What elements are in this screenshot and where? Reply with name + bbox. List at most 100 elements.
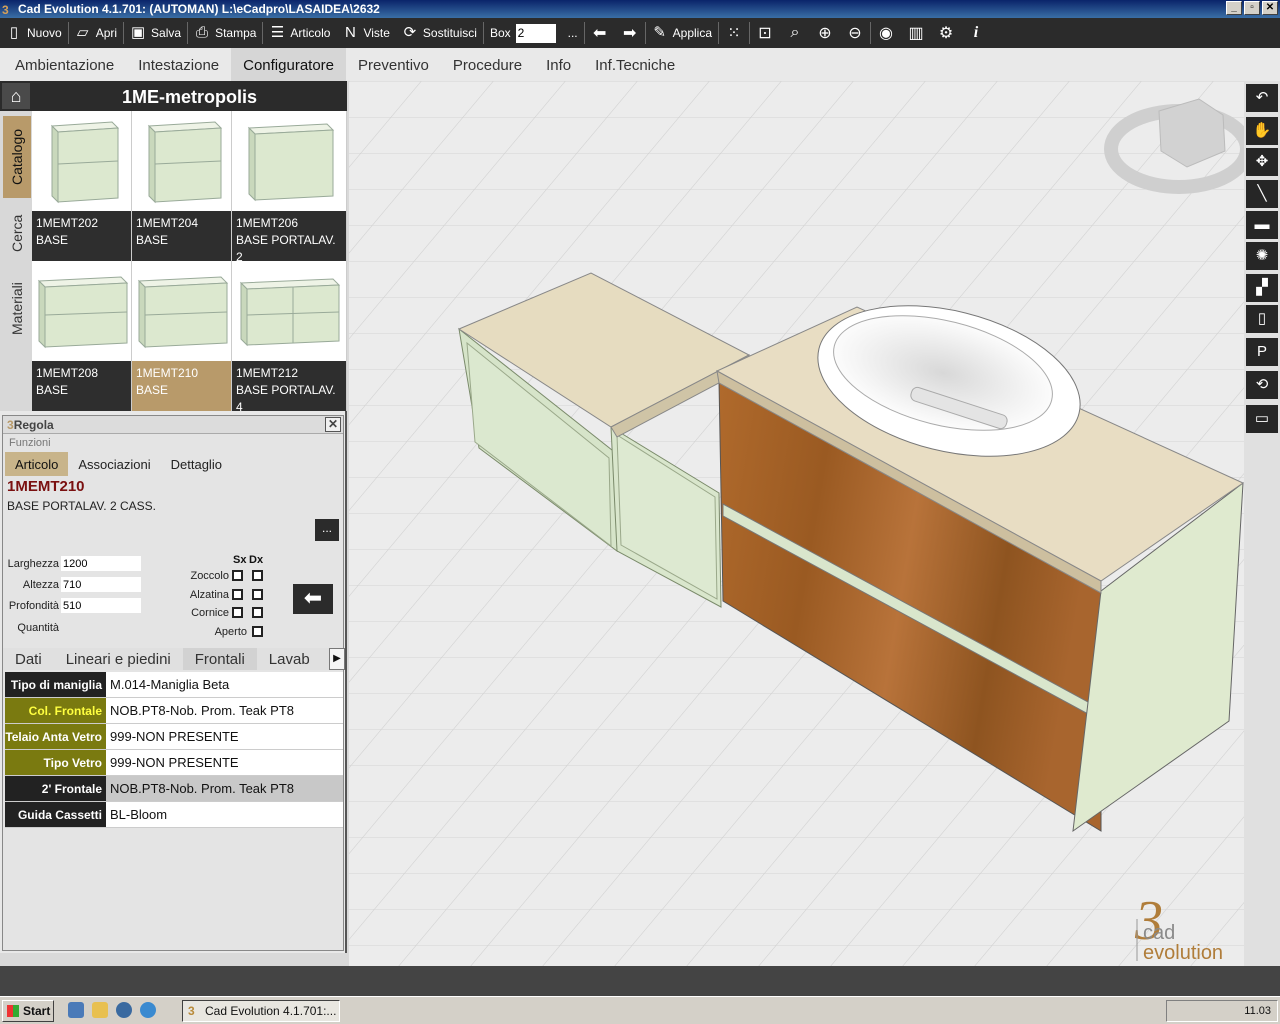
grid-dots-icon[interactable]: ⁙ [719,18,749,48]
catalog-item-selected[interactable]: 1MEMT210 BASE [132,261,232,411]
tab-catalogo[interactable]: Catalogo [3,116,31,198]
tab-lineari-piedini[interactable]: Lineari e piedini [54,648,183,670]
catalog-item[interactable]: 1MEMT206 BASE PORTALAV. 2 [232,111,347,264]
rotate-icon[interactable]: ⟲ [1246,371,1278,399]
table-row[interactable]: Guida Cassetti BL-Bloom [5,802,343,828]
tab-articolo[interactable]: Articolo [5,452,69,476]
zoom-in-icon[interactable]: ⊕ [810,18,840,48]
regola-close-button[interactable]: ✕ [325,417,341,432]
maximize-button[interactable]: ▫ [1244,1,1260,15]
catalog-title: 1ME-metropolis [121,87,258,107]
menu-procedure[interactable]: Procedure [441,48,534,81]
altezza-input[interactable] [61,577,141,592]
article-button[interactable]: ☰ Articolo [263,18,336,48]
presentation-icon[interactable]: ▭ [1246,405,1278,433]
move-icon[interactable]: ✥ [1246,148,1278,176]
catalog-item[interactable]: 1MEMT212 BASE PORTALAV. 4 [232,261,347,414]
light-bulb-icon[interactable]: ✺ [1246,242,1278,270]
box-more-button[interactable]: ... [562,18,584,48]
tab-lavabo[interactable]: Lavab [257,648,322,670]
property-value[interactable]: 999-NON PRESENTE [106,724,343,749]
table-row[interactable]: Tipo di maniglia M.014-Maniglia Beta [5,672,343,698]
cabinet-thumbnail [232,261,346,361]
save-button[interactable]: ▣ Salva [124,18,187,48]
regola-tabs: Articolo Associazioni Dettaglio [5,452,341,476]
menu-intestazione[interactable]: Intestazione [126,48,231,81]
tab-cerca[interactable]: Cerca [3,203,31,263]
line-tool-icon[interactable]: ╲ [1246,180,1278,208]
library-icon[interactable]: ▥ [901,18,931,48]
new-button[interactable]: ▯ Nuovo [0,18,68,48]
table-row[interactable]: Col. Frontale NOB.PT8-Nob. Prom. Teak PT8 [5,698,343,724]
menu-preventivo[interactable]: Preventivo [346,48,441,81]
close-button[interactable]: ✕ [1262,1,1278,15]
tab-associazioni[interactable]: Associazioni [68,452,160,476]
catalog-item[interactable]: 1MEMT204 BASE [132,111,232,261]
info-icon[interactable]: i [961,18,991,48]
camera-icon[interactable]: ◉ [871,18,901,48]
property-value[interactable]: NOB.PT8-Nob. Prom. Teak PT8 [106,776,343,801]
home-icon[interactable]: ⌂ [2,83,30,109]
larghezza-input[interactable] [61,556,141,571]
more-button[interactable]: ... [315,519,339,541]
item-code: 1MEMT206 [236,216,299,230]
tab-dettaglio[interactable]: Dettaglio [161,452,232,476]
property-key: Telaio Anta Vetro [5,724,106,749]
table-row[interactable]: 2' Frontale NOB.PT8-Nob. Prom. Teak PT8 [5,776,343,802]
alzatina-dx-checkbox[interactable] [252,589,263,600]
aperto-checkbox[interactable] [252,626,263,637]
arrow-left-icon[interactable]: ⬅ [585,18,615,48]
apply-button[interactable]: ✎ Applica [646,18,718,48]
box-input[interactable] [515,23,556,43]
table-row[interactable]: Tipo Vetro 999-NON PRESENTE [5,750,343,776]
tab-frontali[interactable]: Frontali [182,648,257,670]
property-value[interactable]: 999-NON PRESENTE [106,750,343,775]
menu-ambientazione[interactable]: Ambientazione [3,48,126,81]
media-player-icon[interactable] [116,1002,132,1018]
quicklaunch-icon[interactable] [68,1002,84,1018]
parking-icon[interactable]: P [1246,338,1278,366]
property-value[interactable]: NOB.PT8-Nob. Prom. Teak PT8 [106,698,343,723]
3d-viewport[interactable]: 3 cad evolution [349,81,1244,966]
tab-dati[interactable]: Dati [3,648,54,670]
minimize-button[interactable]: _ [1226,1,1242,15]
tab-materiali[interactable]: Materiali [3,269,31,349]
gear-icon[interactable]: ⚙ [931,18,961,48]
catalog-item[interactable]: 1MEMT208 BASE [32,261,132,411]
zoccolo-dx-checkbox[interactable] [252,570,263,581]
pan-hand-icon[interactable]: ✋ [1246,117,1278,145]
back-arrow-icon[interactable]: ⬅ [293,584,333,614]
menu-info[interactable]: Info [534,48,583,81]
tab-scroll-right-icon[interactable]: ▶ [329,648,345,670]
table-row[interactable]: Telaio Anta Vetro 999-NON PRESENTE [5,724,343,750]
arrow-right-icon[interactable]: ➡ [615,18,645,48]
door-icon[interactable]: ▯ [1246,305,1278,333]
zoccolo-sx-checkbox[interactable] [232,570,243,581]
menu-configuratore[interactable]: Configuratore [231,48,347,81]
undo-icon[interactable]: ↶ [1246,84,1278,112]
zoom-window-icon[interactable]: ⊡ [750,18,780,48]
property-value[interactable]: M.014-Maniglia Beta [106,672,343,697]
menu-inf-tecniche[interactable]: Inf.Tecniche [583,48,687,81]
item-desc: BASE [36,233,69,247]
property-key: 2' Frontale [5,776,106,801]
taskbar-app-button[interactable]: Cad Evolution 4.1.701:... [182,1000,340,1022]
print-button[interactable]: ⎙ Stampa [188,18,262,48]
zoom-extents-icon[interactable]: ⌕ [780,18,810,48]
cornice-dx-checkbox[interactable] [252,607,263,618]
app-logo-icon: 3 [2,3,9,17]
profondita-input[interactable] [61,598,141,613]
views-button[interactable]: N Viste [336,18,395,48]
catalog-item[interactable]: 1MEMT202 BASE [32,111,132,261]
property-value[interactable]: BL-Bloom [106,802,343,827]
alzatina-sx-checkbox[interactable] [232,589,243,600]
start-button[interactable]: Start [2,1000,54,1022]
ruler-icon[interactable]: ▬ [1246,211,1278,239]
browser-icon[interactable] [140,1002,156,1018]
open-button[interactable]: ▱ Apri [69,18,123,48]
cornice-sx-checkbox[interactable] [232,607,243,618]
zoom-out-icon[interactable]: ⊖ [840,18,870,48]
folder-icon[interactable] [92,1002,108,1018]
materials-icon[interactable]: ▞ [1246,274,1278,302]
replace-button[interactable]: ⟳ Sostituisci [396,18,483,48]
